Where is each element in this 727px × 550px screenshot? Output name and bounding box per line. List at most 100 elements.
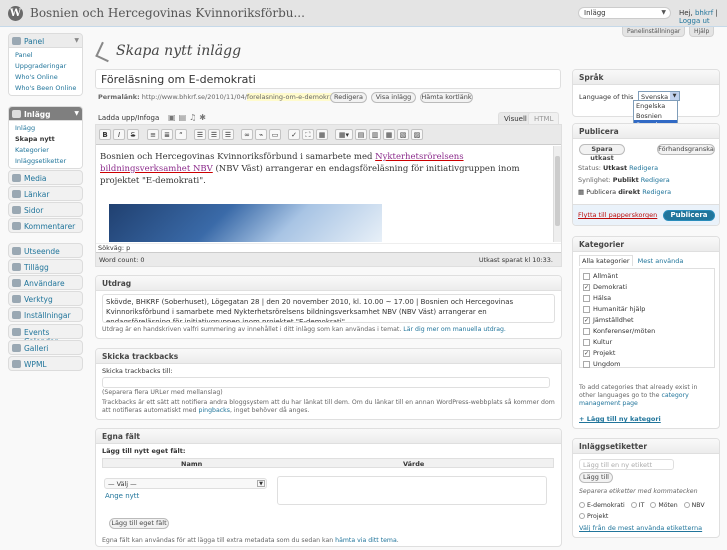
submenu-add-new[interactable]: Skapa nytt xyxy=(9,133,82,144)
category-checkbox[interactable] xyxy=(583,305,590,313)
spellcheck-icon[interactable]: ✓ xyxy=(288,129,300,140)
permalink-edit-button[interactable]: Redigera xyxy=(330,92,367,103)
add-media-icon[interactable]: ✱ xyxy=(199,113,209,122)
category-label[interactable]: Kultur xyxy=(593,338,612,346)
category-label[interactable]: Humanitär hjälp xyxy=(593,305,645,313)
screen-options-tab[interactable]: Panelinställningar xyxy=(622,27,686,37)
unlink-icon[interactable]: ⌁ xyxy=(255,129,267,140)
get-shortlink-button[interactable]: Hämta kortlänk xyxy=(420,92,473,103)
schedule-edit-link[interactable]: Redigera xyxy=(642,188,671,196)
tab-all-categories[interactable]: Alla kategorier xyxy=(579,255,633,266)
excerpt-learn-more-link[interactable]: Lär dig mer om manuella utdrag. xyxy=(403,326,506,333)
submenu-posts[interactable]: Inlägg xyxy=(9,122,82,133)
menu-settings[interactable]: Inställningar xyxy=(8,307,83,322)
editor-scrollbar-thumb[interactable] xyxy=(555,156,560,226)
kitchen-sink-icon[interactable]: ▦ xyxy=(316,129,328,140)
category-checkbox[interactable] xyxy=(583,327,590,335)
remove-tag-icon[interactable] xyxy=(630,502,637,508)
choose-tags-link[interactable]: Välj från de mest använda etiketterna xyxy=(579,524,702,532)
menu-links[interactable]: Länkar xyxy=(8,186,83,201)
add-new-category-link[interactable]: + Lägg till ny kategori xyxy=(579,415,661,423)
categories-title[interactable]: Kategorier xyxy=(573,237,719,252)
new-tag-input[interactable]: Lägg till en ny etikett xyxy=(579,459,674,470)
chevron-down-icon[interactable]: ▼ xyxy=(74,37,79,44)
category-checkbox[interactable] xyxy=(583,338,590,346)
table-cell-icon[interactable]: ▦ xyxy=(383,129,395,140)
menu-plugins[interactable]: Tillägg xyxy=(8,259,83,274)
pingbacks-link[interactable]: pingbacks xyxy=(199,407,230,414)
visibility-edit-link[interactable]: Redigera xyxy=(641,176,670,184)
move-to-trash-link[interactable]: Flytta till papperskorgen xyxy=(578,211,657,219)
custom-fields-title[interactable]: Egna fält xyxy=(96,429,561,444)
bold-button[interactable]: B xyxy=(99,129,111,140)
view-post-button[interactable]: Visa inlägg xyxy=(371,92,416,103)
category-label[interactable]: Demokrati xyxy=(593,283,627,291)
site-title[interactable]: Bosnien och Hercegovinas Kvinnoriksförbu… xyxy=(30,6,305,20)
submenu-panel[interactable]: Panel xyxy=(9,49,82,60)
table-merge-icon[interactable]: ▨ xyxy=(411,129,423,140)
menu-appearance[interactable]: Utseende xyxy=(8,243,83,258)
submenu-whos-been-online[interactable]: Who's Been Online xyxy=(9,82,82,93)
save-draft-button[interactable]: Spara utkast xyxy=(579,144,625,162)
category-checkbox[interactable] xyxy=(583,294,590,302)
add-audio-icon[interactable]: ♫ xyxy=(189,113,199,122)
remove-tag-icon[interactable] xyxy=(650,502,657,508)
username-link[interactable]: bhkrf xyxy=(695,9,713,17)
menu-users[interactable]: Användare xyxy=(8,275,83,290)
numbered-list-icon[interactable]: ≣ xyxy=(161,129,173,140)
language-title[interactable]: Språk xyxy=(573,70,719,85)
post-title-input[interactable]: Föreläsning om E-demokrati xyxy=(95,69,561,89)
add-image-icon[interactable]: ▣ xyxy=(168,113,179,122)
category-label[interactable]: Ungdom xyxy=(593,360,620,368)
tags-title[interactable]: Inläggsetiketter xyxy=(573,439,719,454)
tab-html[interactable]: HTML xyxy=(528,112,560,124)
tab-most-used[interactable]: Mest använda xyxy=(638,257,684,265)
chevron-down-icon[interactable]: ▼ xyxy=(74,110,79,117)
category-label[interactable]: Konferenser/möten xyxy=(593,327,655,335)
category-checkbox[interactable]: ✓ xyxy=(583,283,590,291)
italic-button[interactable]: I xyxy=(113,129,125,140)
align-left-icon[interactable]: ☰ xyxy=(194,129,206,140)
logout-link[interactable]: Logga ut xyxy=(679,17,710,25)
fullscreen-icon[interactable]: ⛶ xyxy=(302,129,314,140)
help-tab[interactable]: Hjälp xyxy=(689,27,715,37)
more-tag-icon[interactable]: ▭ xyxy=(269,129,281,140)
remove-tag-icon[interactable] xyxy=(579,502,585,508)
submenu-categories[interactable]: Kategorier xyxy=(9,144,82,155)
category-label[interactable]: Allmänt xyxy=(593,272,618,280)
table-row-icon[interactable]: ▤ xyxy=(355,129,367,140)
submenu-upgrades[interactable]: Uppgraderingar xyxy=(9,60,82,71)
category-label[interactable]: Projekt xyxy=(593,349,615,357)
submenu-tags[interactable]: Inläggsetiketter xyxy=(9,155,82,166)
enter-new-link[interactable]: Ange nytt xyxy=(105,492,139,500)
category-checkbox[interactable]: ✓ xyxy=(583,349,590,357)
strikethrough-button[interactable]: S xyxy=(127,129,139,140)
link-icon[interactable]: ∞ xyxy=(241,129,253,140)
add-custom-field-button[interactable]: Lägg till eget fält xyxy=(109,518,169,529)
category-label[interactable]: Hälsa xyxy=(593,294,611,302)
submenu-whos-online[interactable]: Who's Online xyxy=(9,71,82,82)
field-name-select[interactable]: — Välj — ▼ xyxy=(104,478,267,489)
add-video-icon[interactable]: ▤ xyxy=(179,113,190,122)
category-checkbox[interactable]: ✓ xyxy=(583,316,590,324)
menu-events-calendar[interactable]: Events Calendar xyxy=(8,324,83,346)
add-tag-button[interactable]: Lägg till xyxy=(579,472,613,483)
favorite-actions-select[interactable]: Inlägg ▼ xyxy=(578,7,671,19)
field-value-textarea[interactable] xyxy=(277,476,547,505)
menu-panel[interactable]: Panel ▼ xyxy=(9,34,82,48)
excerpt-title[interactable]: Utdrag xyxy=(96,276,561,291)
category-checkbox[interactable] xyxy=(583,360,590,368)
preview-button[interactable]: Förhandsgranska xyxy=(657,144,715,155)
table-icon[interactable]: ▦▾ xyxy=(335,129,353,140)
menu-comments[interactable]: Kommentarer xyxy=(8,218,83,233)
theme-link[interactable]: hämta via ditt tema xyxy=(335,537,397,544)
status-edit-link[interactable]: Redigera xyxy=(629,164,658,172)
editor-scrollbar[interactable] xyxy=(553,146,561,242)
category-label[interactable]: Jämställdhet xyxy=(593,316,634,324)
publish-title[interactable]: Publicera xyxy=(573,124,719,139)
menu-gallery[interactable]: Galleri xyxy=(8,340,83,355)
remove-tag-icon[interactable] xyxy=(683,502,690,508)
table-col-icon[interactable]: ▥ xyxy=(369,129,381,140)
permalink-slug[interactable]: forelasning-om-e-demokrati xyxy=(246,93,338,101)
trackbacks-title[interactable]: Skicka trackbacks xyxy=(96,349,561,364)
